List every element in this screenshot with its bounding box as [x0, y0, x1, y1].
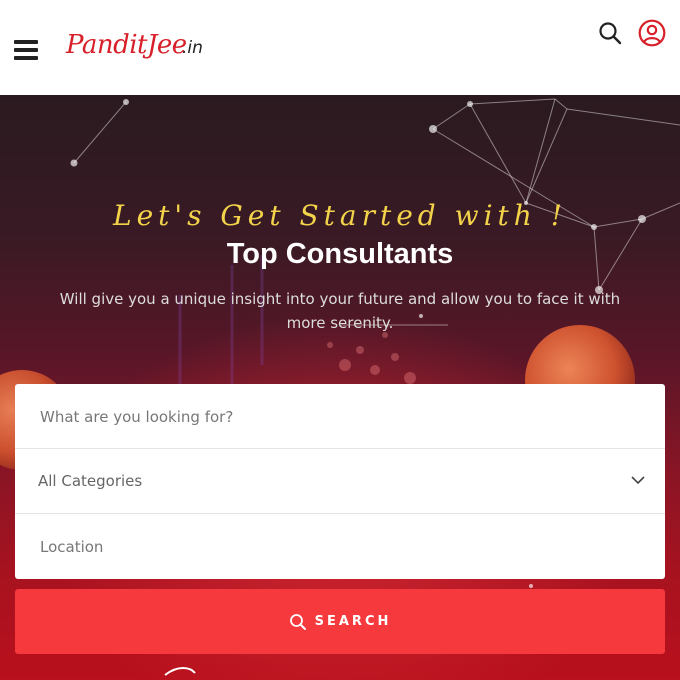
- site-logo[interactable]: PanditJee .in: [66, 20, 216, 76]
- category-select[interactable]: All Categories: [15, 449, 665, 514]
- user-icon[interactable]: [638, 19, 666, 47]
- hero-banner: Let's Get Started with ! Top Consultants…: [0, 95, 680, 680]
- keyword-input[interactable]: [40, 384, 640, 449]
- hero-tagline: Let's Get Started with !: [113, 199, 567, 232]
- keyword-field: [15, 384, 665, 449]
- menu-icon[interactable]: [14, 40, 38, 60]
- search-icon: [289, 613, 306, 630]
- logo-text: PanditJee: [66, 30, 187, 60]
- logo-tld: .in: [182, 38, 203, 58]
- search-button-label: SEARCH: [314, 614, 392, 629]
- location-field: [15, 514, 665, 579]
- search-button[interactable]: SEARCH: [15, 589, 665, 654]
- hero-title: Top Consultants: [226, 238, 454, 270]
- category-select-value: All Categories: [38, 472, 143, 490]
- search-form: All Categories: [15, 384, 665, 579]
- search-icon[interactable]: [598, 21, 622, 45]
- hero-subtitle: Will give you a unique insight into your…: [59, 290, 621, 332]
- site-header: PanditJee .in: [0, 0, 680, 95]
- chevron-down-icon: [631, 476, 645, 485]
- location-input[interactable]: [40, 514, 640, 579]
